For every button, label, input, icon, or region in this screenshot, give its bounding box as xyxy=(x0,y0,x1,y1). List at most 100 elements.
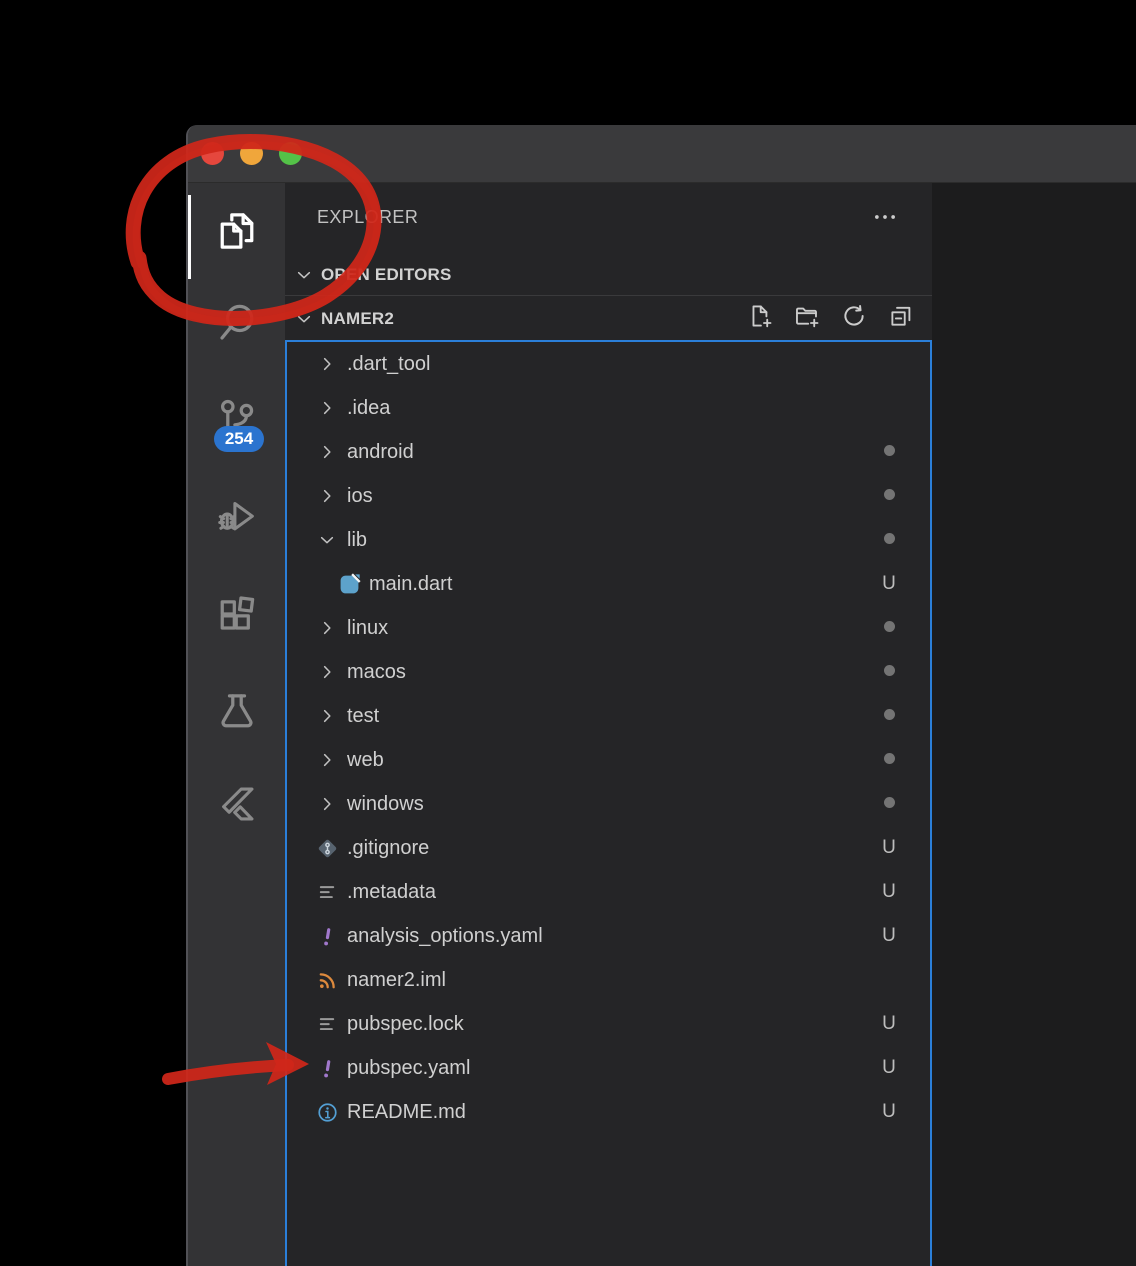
chevron-right-icon xyxy=(313,746,341,774)
tree-item-test[interactable]: test xyxy=(287,694,930,738)
git-status-badge xyxy=(876,707,902,725)
activity-item-explorer[interactable] xyxy=(188,205,285,261)
git-status-badge: U xyxy=(876,573,902,595)
chevron-down-icon xyxy=(313,526,341,554)
editor-area xyxy=(932,183,1136,1266)
collapse-folders-button[interactable] xyxy=(886,304,916,334)
file-name-label: .metadata xyxy=(347,881,436,904)
git-status-badge xyxy=(876,795,902,813)
file-name-label: ios xyxy=(347,485,373,508)
new-folder-button[interactable] xyxy=(792,304,822,334)
source-control-count-badge: 254 xyxy=(214,426,264,452)
file-name-label: .idea xyxy=(347,397,390,420)
chevron-right-icon xyxy=(313,614,341,642)
file-name-label: .gitignore xyxy=(347,837,429,860)
git-status-badge: U xyxy=(876,1013,902,1035)
git-status-badge: U xyxy=(876,925,902,947)
list-file-icon xyxy=(313,878,341,906)
chevron-right-icon xyxy=(313,658,341,686)
close-window-button[interactable] xyxy=(201,142,224,165)
tree-item-pubspec.yaml[interactable]: pubspec.yaml U xyxy=(287,1046,930,1090)
open-editors-section-header[interactable]: OPEN EDITORS xyxy=(285,259,932,291)
list-file-icon xyxy=(313,1010,341,1038)
git-status-badge xyxy=(876,443,902,461)
file-name-label: pubspec.yaml xyxy=(347,1057,470,1080)
modified-dot-badge xyxy=(884,709,895,720)
chevron-right-icon xyxy=(313,350,341,378)
more-actions-icon[interactable] xyxy=(872,204,898,230)
file-name-label: README.md xyxy=(347,1101,466,1124)
file-name-label: main.dart xyxy=(369,573,452,596)
file-name-label: linux xyxy=(347,617,388,640)
refresh-explorer-button[interactable] xyxy=(839,304,869,334)
tree-item-pubspec.lock[interactable]: pubspec.lock U xyxy=(287,1002,930,1046)
git-status-badge: U xyxy=(876,1057,902,1079)
git-status-badge xyxy=(876,619,902,637)
minimize-window-button[interactable] xyxy=(240,142,263,165)
info-file-icon xyxy=(313,1098,341,1126)
chevron-right-icon xyxy=(313,790,341,818)
activity-item-flutter[interactable] xyxy=(188,778,285,834)
project-section-header[interactable]: NAMER2 xyxy=(285,297,932,340)
activity-item-search[interactable] xyxy=(188,297,285,353)
modified-dot-badge xyxy=(884,533,895,544)
tree-item-README.md[interactable]: README.mdU xyxy=(287,1090,930,1134)
title-bar xyxy=(188,125,1136,183)
tree-item-.metadata[interactable]: .metadataU xyxy=(287,870,930,914)
tree-item-android[interactable]: android xyxy=(287,430,930,474)
tree-item-web[interactable]: web xyxy=(287,738,930,782)
exclaim-file-icon xyxy=(313,1054,341,1082)
chevron-right-icon xyxy=(313,394,341,422)
file-name-label: android xyxy=(347,441,414,464)
tree-item-analysis_options.yaml[interactable]: analysis_options.yamlU xyxy=(287,914,930,958)
tree-item-namer2.iml[interactable]: namer2.iml xyxy=(287,958,930,1002)
exclaim-file-icon xyxy=(313,922,341,950)
activity-item-extensions[interactable] xyxy=(188,588,285,644)
debug-icon xyxy=(214,493,260,544)
new-folder-icon xyxy=(793,302,821,335)
section-divider xyxy=(285,295,932,296)
activity-item-testing[interactable] xyxy=(188,684,285,740)
modified-dot-badge xyxy=(884,445,895,456)
extensions-icon xyxy=(214,591,260,642)
file-name-label: namer2.iml xyxy=(347,969,446,992)
git-status-badge xyxy=(876,531,902,549)
new-file-icon xyxy=(746,302,774,335)
chevron-right-icon xyxy=(313,482,341,510)
file-name-label: windows xyxy=(347,793,424,816)
tree-item-.idea[interactable]: .idea xyxy=(287,386,930,430)
chevron-right-icon xyxy=(313,702,341,730)
git-status-badge: U xyxy=(876,837,902,859)
tree-item-linux[interactable]: linux xyxy=(287,606,930,650)
tree-item-windows[interactable]: windows xyxy=(287,782,930,826)
explorer-sidebar: EXPLORER OPEN EDITORS NAMER2 .dart_tool. xyxy=(285,183,932,1266)
modified-dot-badge xyxy=(884,665,895,676)
beaker-icon xyxy=(214,687,260,738)
new-file-button[interactable] xyxy=(745,304,775,334)
collapse-folders-icon xyxy=(887,302,915,335)
zoom-window-button[interactable] xyxy=(279,142,302,165)
activity-item-source-control[interactable]: 254 xyxy=(188,392,285,448)
file-name-label: web xyxy=(347,749,384,772)
modified-dot-badge xyxy=(884,797,895,808)
files-icon xyxy=(214,208,260,259)
file-name-label: lib xyxy=(347,529,367,552)
tree-item-macos[interactable]: macos xyxy=(287,650,930,694)
file-name-label: pubspec.lock xyxy=(347,1013,464,1036)
git-file-icon xyxy=(313,834,341,862)
file-name-label: .dart_tool xyxy=(347,353,430,376)
tree-item-lib[interactable]: lib xyxy=(287,518,930,562)
tree-item-ios[interactable]: ios xyxy=(287,474,930,518)
tree-item-main.dart[interactable]: main.dart U xyxy=(287,562,930,606)
rss-file-icon xyxy=(313,966,341,994)
activity-item-run-and-debug[interactable] xyxy=(188,490,285,546)
flutter-icon xyxy=(214,781,260,832)
tree-item-.dart_tool[interactable]: .dart_tool xyxy=(287,342,930,386)
activity-bar: 254 xyxy=(188,183,285,1266)
refresh-explorer-icon xyxy=(840,302,868,335)
vscode-window: 254 EXPLORER OPEN EDITORS NAMER2 xyxy=(186,125,1136,1266)
open-editors-label: OPEN EDITORS xyxy=(321,265,452,285)
file-name-label: macos xyxy=(347,661,406,684)
modified-dot-badge xyxy=(884,489,895,500)
tree-item-.gitignore[interactable]: .gitignore U xyxy=(287,826,930,870)
